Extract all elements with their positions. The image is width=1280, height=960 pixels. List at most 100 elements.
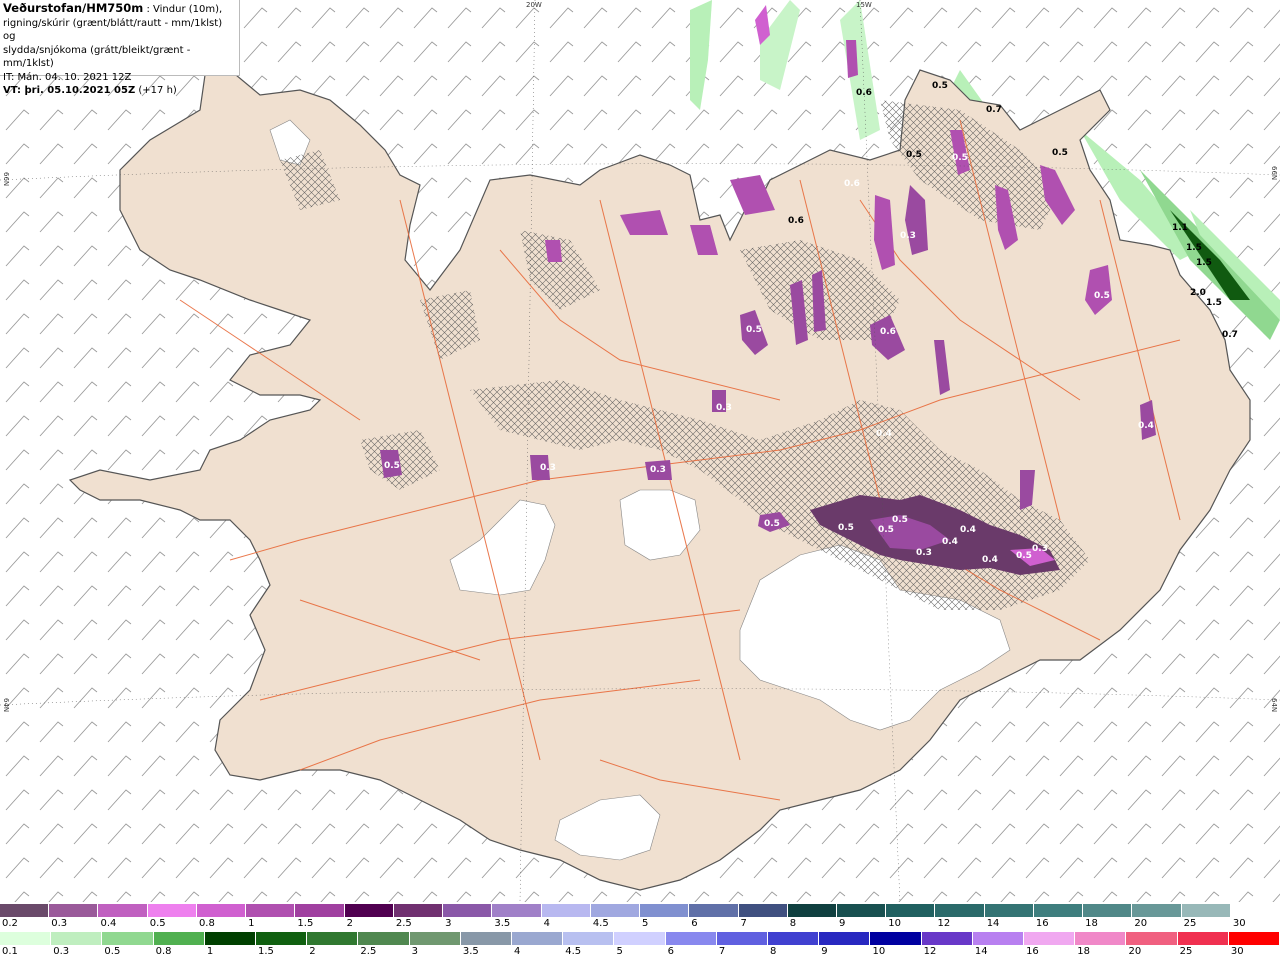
- legend-label: 0.4: [100, 918, 117, 929]
- legend-label: 30: [1232, 918, 1246, 929]
- legend-label: 3: [411, 946, 418, 957]
- legend-label: 6: [691, 918, 698, 929]
- map-header: Veðurstofan/HM750m : Vindur (10m), rigni…: [0, 0, 240, 96]
- precip-label: 0.3: [716, 403, 732, 413]
- legend-label: 12: [923, 946, 937, 957]
- precip-label: 0.3: [900, 231, 916, 241]
- legend-label: 0.8: [198, 918, 215, 929]
- legend-swatch: [344, 904, 394, 917]
- legend-label: 2.5: [395, 918, 412, 929]
- valid-time: VT: þri. 05.10.2021 05Z: [3, 85, 136, 96]
- legend-label: 6: [667, 946, 675, 957]
- legend-label: 8: [770, 946, 777, 957]
- legend-swatch: [1230, 904, 1280, 917]
- precip-label: 0.5: [952, 153, 968, 163]
- legend-label: 25: [1179, 946, 1193, 957]
- precip-label: 1.1: [1172, 223, 1188, 233]
- legend-swatch: [1033, 904, 1084, 917]
- legend-label: 3: [445, 918, 452, 929]
- legend-swatch: [590, 904, 641, 917]
- precip-label: 0.5: [1094, 291, 1110, 301]
- precip-label: 2.0: [1190, 288, 1206, 298]
- lat-label-64n-right: 64N: [1270, 698, 1278, 712]
- snow-legend: 0.2 0.3 0.4 0.5 0.8 1 1.5 2 2.5 3 3.5 4 4.5 5 6 7 8 9 10 12…: [0, 904, 1280, 930]
- legend-label: 1.5: [258, 946, 274, 957]
- legend-swatch: [836, 904, 887, 917]
- precip-label: 0.5: [892, 515, 908, 525]
- header-line3: slydda/snjókoma (grátt/bleikt/grænt - mm…: [3, 44, 191, 70]
- precip-label: 0.6: [844, 179, 860, 189]
- legend-label: 4.5: [592, 918, 609, 929]
- legend-swatch: [98, 904, 148, 917]
- legend-swatch: [563, 932, 615, 945]
- precip-label: 0.4: [942, 537, 958, 547]
- legend-swatch: [393, 904, 444, 917]
- legend-swatch: [819, 932, 871, 945]
- legend-label: 30: [1230, 946, 1244, 957]
- legend-swatch: [972, 932, 1025, 945]
- legend-label: 10: [872, 946, 886, 957]
- precip-label: 0.6: [856, 88, 872, 98]
- legend-label: 16: [1035, 918, 1049, 929]
- legend-swatch: [0, 932, 52, 945]
- legend-label: 5: [642, 918, 649, 929]
- legend-swatch: [665, 932, 717, 945]
- legend-label: 4: [543, 918, 550, 929]
- precip-label: 0.5: [838, 523, 854, 533]
- legend-label: 14: [974, 946, 988, 957]
- legend-swatch: [204, 932, 257, 945]
- lat-label-66n-right: 66N: [1270, 166, 1278, 180]
- legend-swatch: [460, 932, 513, 945]
- legend-swatch: [984, 904, 1034, 917]
- legend-swatch: [1083, 904, 1133, 917]
- legend-swatch: [196, 904, 247, 917]
- legend-swatch: [1228, 932, 1280, 945]
- precip-label: 0.7: [986, 105, 1002, 115]
- legend-label: 20: [1128, 946, 1142, 957]
- legend-swatch: [147, 904, 197, 917]
- legend-swatch: [1024, 932, 1076, 945]
- precip-label: 0.3: [916, 548, 932, 558]
- legend-swatch: [640, 904, 690, 917]
- rain-legend-swatches: [0, 932, 1280, 945]
- precip-label: 1.5: [1196, 258, 1212, 268]
- precip-label: 0.5: [1052, 148, 1068, 158]
- precip-label: 0.3: [540, 463, 556, 473]
- legend-label: 4.5: [565, 946, 582, 957]
- lat-label-64n-left: 64N: [2, 698, 10, 712]
- legend-swatch: [1132, 904, 1182, 917]
- legend-label: 3.5: [494, 918, 511, 929]
- legend-label: 10: [888, 918, 901, 929]
- legend-label: 20: [1134, 918, 1148, 929]
- brand-title: Veðurstofan/HM750m: [3, 1, 144, 15]
- legend-swatch: [492, 904, 542, 917]
- legend-swatch: [307, 932, 359, 945]
- legend-swatch: [409, 932, 461, 945]
- precip-label: 0.3: [1032, 544, 1048, 554]
- legend-label: 2.5: [360, 946, 377, 957]
- legend-label: 0.3: [51, 918, 68, 929]
- precip-label: 0.5: [932, 81, 948, 91]
- legend-label: 0.3: [53, 946, 70, 957]
- legend-swatch: [1177, 932, 1229, 945]
- legend-swatch: [935, 904, 985, 917]
- precip-label: 0.4: [1138, 421, 1154, 431]
- precip-label: 0.4: [960, 525, 976, 535]
- precip-label: 0.4: [982, 555, 998, 565]
- legend-swatch: [0, 904, 50, 917]
- legend-label: 12: [937, 918, 951, 929]
- legend-swatch: [738, 904, 788, 917]
- header-line1-suffix: : Vindur (10m),: [146, 4, 223, 15]
- rain-legend-labels: 0.1 0.3 0.5 0.8 1 1.5 2 2.5 3 3.5 4 4.5 5 6 7 8 9 10 12 14 1…: [0, 945, 1280, 958]
- legend-label: 0.5: [149, 918, 166, 929]
- legend-label: 9: [821, 946, 828, 957]
- precip-label: 0.5: [384, 461, 400, 471]
- legend-swatch: [49, 904, 99, 917]
- legend-swatch: [1126, 932, 1178, 945]
- legend-swatch: [716, 932, 769, 945]
- legend-swatch: [512, 932, 564, 945]
- precip-label: 0.7: [1222, 330, 1238, 340]
- precip-label: 0.5: [906, 150, 922, 160]
- precip-label: 0.5: [764, 519, 780, 529]
- lon-label-15w: 15W: [856, 1, 872, 9]
